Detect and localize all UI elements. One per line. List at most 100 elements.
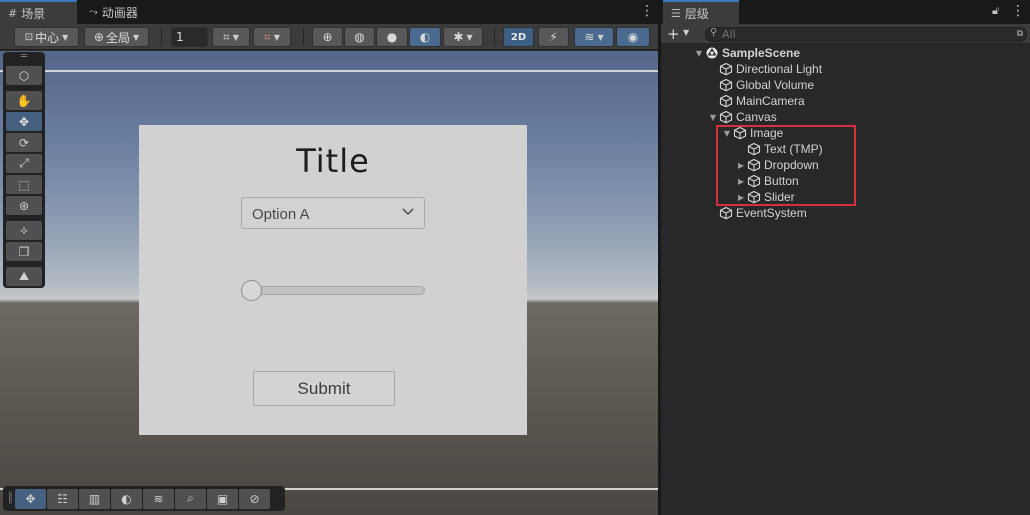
grid-snap-dropdown[interactable]: ⌗ ▼ — [253, 27, 291, 47]
toggle-2d-button[interactable]: 2D — [503, 27, 534, 47]
custom-tool-icon: ⟡ — [20, 223, 28, 237]
terrain-tool-button[interactable]: ⛰ — [6, 267, 42, 286]
lock-icon[interactable]: 🔓︎ — [992, 4, 999, 18]
wireframe-shading-button[interactable]: ⊕ — [312, 27, 343, 47]
tree-row[interactable]: ▼ Image — [661, 125, 1030, 141]
drag-handle-icon[interactable]: ║ — [7, 490, 14, 508]
globe-icon: ⊕ — [93, 30, 104, 44]
lit-sphere-icon: ◐ — [121, 491, 132, 506]
expand-arrow-icon[interactable]: ▼ — [722, 129, 732, 138]
search-icon: ⌕ — [187, 491, 194, 505]
toggle-2d-label: 2D — [510, 31, 527, 43]
scene-viewport[interactable]: Title Option A Submit — [0, 51, 658, 515]
gameobject-cube-icon — [719, 94, 733, 108]
tree-row[interactable]: ▶ Slider — [661, 189, 1030, 205]
increment-input[interactable]: 1 — [171, 27, 208, 47]
tree-row[interactable]: Global Volume — [661, 77, 1030, 93]
tree-row-label: Directional Light — [736, 62, 823, 76]
expand-arrow-icon[interactable]: ▼ — [694, 49, 704, 58]
transform-tool-button[interactable]: ⊛ — [6, 196, 42, 215]
custom-tool-button[interactable]: ⟡ — [6, 221, 42, 240]
tab-animator[interactable]: ⤳ 动画器 — [81, 0, 146, 24]
tab-hierarchy[interactable]: ☰ 层级 — [663, 0, 739, 24]
hierarchy-search-input[interactable] — [722, 28, 1002, 41]
ui-image-panel[interactable]: Title Option A Submit — [139, 125, 527, 435]
ui-title-text[interactable]: Title — [139, 142, 527, 180]
overlay-compass-button[interactable]: ⊘ — [239, 488, 270, 509]
lit-shading-button[interactable]: ◐ — [409, 27, 441, 47]
space-dropdown[interactable]: ⊕ 全局 ▼ — [84, 27, 149, 47]
scene-tabbar: # 场景 ⤳ 动画器 ⋮ — [0, 0, 658, 24]
toolbar-divider — [303, 28, 304, 46]
tree-row[interactable]: ▼ Canvas — [661, 109, 1030, 125]
scale-tool-button[interactable]: ⤢ — [6, 154, 42, 173]
drag-handle-icon[interactable]: ═ — [6, 52, 42, 64]
tree-row-label: Dropdown — [764, 158, 819, 172]
overlay-move-button[interactable]: ✥ — [15, 488, 46, 509]
grid-icon: # — [8, 6, 18, 20]
lighting-toggle-button[interactable]: ⚡ — [538, 27, 569, 47]
layers-icon: ≋ — [153, 491, 164, 506]
overlay-layers-button[interactable]: ≋ — [143, 488, 174, 509]
ui-submit-button[interactable]: Submit — [253, 371, 395, 406]
tree-row[interactable]: Text (TMP) — [661, 141, 1030, 157]
move-icon: ✥ — [18, 114, 30, 129]
expand-arrow-icon[interactable]: ▶ — [736, 161, 746, 170]
search-filter-icon[interactable]: ⧉ — [1017, 29, 1023, 39]
ui-dropdown[interactable]: Option A — [241, 197, 425, 229]
hand-tool-button[interactable]: ✋ — [6, 91, 42, 110]
chevron-down-icon: ▼ — [273, 32, 280, 42]
gameobject-cube-icon — [719, 206, 733, 220]
hierarchy-search[interactable]: ⚲ ⧉ — [705, 27, 1027, 42]
shaded-button[interactable]: ● — [376, 27, 408, 47]
gameobject-cube-icon — [747, 142, 761, 156]
hierarchy-more-icon[interactable]: ⋮ — [1011, 3, 1025, 19]
tree-row-scene[interactable]: ▼ SampleScene — [661, 45, 1030, 61]
tree-row[interactable]: ▶ Dropdown — [661, 157, 1030, 173]
overlay-grid-button[interactable]: ▥ — [79, 488, 110, 509]
visibility-toggle-button[interactable]: ◉ — [616, 27, 650, 47]
pivot-dropdown[interactable]: ⊡ 中心 ▼ — [14, 27, 79, 47]
hierarchy-panel: ☰ 层级 🔓︎ ⋮ + ▼ ⚲ ⧉ ▼ Sampl — [661, 0, 1030, 515]
chevron-down-icon: ▼ — [62, 32, 69, 42]
tab-animator-label: 动画器 — [101, 5, 138, 20]
tree-row[interactable]: EventSystem — [661, 205, 1030, 221]
snap-dropdown[interactable]: ⌗ ▼ — [212, 27, 250, 47]
unity-editor: # 场景 ⤳ 动画器 ⋮ ⊡ 中心 ▼ ⊕ 全局 ▼ 1 ⌗ ▼ ⌗ ▼ ⊕ ◍… — [0, 0, 1030, 515]
hierarchy-toolbar: + ▼ ⚲ ⧉ — [661, 24, 1030, 44]
expand-arrow-icon[interactable]: ▶ — [736, 177, 746, 186]
ui-slider-handle[interactable] — [241, 280, 262, 301]
expand-arrow-icon[interactable]: ▶ — [736, 193, 746, 202]
ui-slider-track[interactable] — [243, 286, 425, 295]
tree-row[interactable]: Directional Light — [661, 61, 1030, 77]
view-cube-button[interactable]: ⬡ — [6, 66, 42, 85]
overlay-settings-button[interactable]: ☷ — [47, 488, 78, 509]
chevron-down-icon: ▼ — [597, 32, 604, 42]
add-icon[interactable]: + — [667, 25, 680, 43]
tool-overlay: ═ ⬡ ✋ ✥ ⟳ ⤢ ⬚ ⊛ ⟡ ❐ ⛰ — [3, 52, 45, 288]
chevron-down-icon[interactable]: ▼ — [683, 28, 689, 37]
debug-draw-dropdown[interactable]: ✱ ▼ — [443, 27, 483, 47]
scene-more-icon[interactable]: ⋮ — [640, 3, 654, 19]
tab-scene[interactable]: # 场景 — [0, 0, 77, 24]
expand-arrow-icon[interactable]: ▼ — [708, 113, 718, 122]
hierarchy-tabbar: ☰ 层级 🔓︎ ⋮ — [661, 0, 1030, 24]
snapping-tool-button[interactable]: ❐ — [6, 242, 42, 261]
chevron-down-icon: ▼ — [232, 32, 239, 42]
effects-dropdown[interactable]: ≋ ▼ — [574, 27, 614, 47]
rect-tool-button[interactable]: ⬚ — [6, 175, 42, 194]
move-tool-button[interactable]: ✥ — [6, 112, 42, 131]
tree-row[interactable]: ▶ Button — [661, 173, 1030, 189]
overlay-camera-button[interactable]: ▣ — [207, 488, 238, 509]
eye-icon: ◉ — [627, 30, 639, 44]
rotate-tool-button[interactable]: ⟳ — [6, 133, 42, 152]
gameobject-cube-icon — [733, 126, 747, 140]
unity-scene-icon — [706, 47, 718, 59]
space-label: 全局 — [105, 30, 130, 45]
rect-icon: ⬚ — [18, 177, 30, 192]
overlay-search-button[interactable]: ⌕ — [175, 488, 206, 509]
overlay-shading-button[interactable]: ◐ — [111, 488, 142, 509]
scale-icon: ⤢ — [19, 156, 29, 170]
shaded-wireframe-button[interactable]: ◍ — [344, 27, 375, 47]
tree-row[interactable]: MainCamera — [661, 93, 1030, 109]
